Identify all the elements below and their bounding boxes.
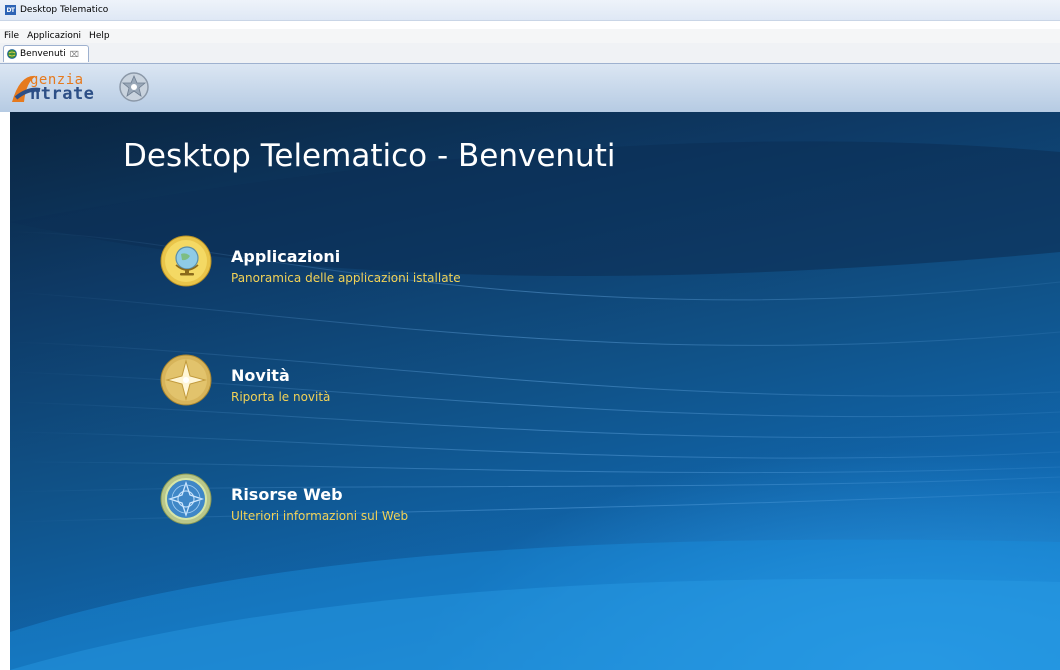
entry-title: Novità xyxy=(231,366,290,385)
entry-risorse-web[interactable]: Risorse Web Ulteriori informazioni sul W… xyxy=(160,473,660,533)
header-band xyxy=(0,64,1060,112)
menu-help[interactable]: Help xyxy=(85,31,114,41)
menu-bar: File Applicazioni Help xyxy=(0,29,1060,43)
window-title-bar: DT Desktop Telematico xyxy=(0,0,1060,21)
entry-description: Riporta le novità xyxy=(231,390,331,404)
window-title: Desktop Telematico xyxy=(20,5,109,15)
entry-title: Risorse Web xyxy=(231,485,343,504)
entry-description: Panoramica delle applicazioni istallate xyxy=(231,271,461,285)
welcome-icon xyxy=(7,49,17,59)
star-icon xyxy=(160,354,212,406)
close-icon[interactable]: ⌧ xyxy=(70,50,79,59)
entry-applicazioni[interactable]: Applicazioni Panoramica delle applicazio… xyxy=(160,235,660,295)
tab-benvenuti[interactable]: Benvenuti ⌧ xyxy=(3,45,89,62)
editor-tab-strip: Benvenuti ⌧ xyxy=(0,43,1060,64)
logo-line2: ntrate xyxy=(30,84,95,104)
app-icon: DT xyxy=(5,5,16,15)
welcome-page: Desktop Telematico - Benvenuti Applicazi… xyxy=(10,112,1060,670)
entry-title: Applicazioni xyxy=(231,247,341,266)
page-title: Desktop Telematico - Benvenuti xyxy=(123,138,616,174)
entry-novita[interactable]: Novità Riporta le novità xyxy=(160,354,660,414)
globe-icon xyxy=(160,235,212,287)
entry-description: Ulteriori informazioni sul Web xyxy=(231,509,409,523)
tab-label: Benvenuti xyxy=(20,49,66,59)
web-icon xyxy=(160,473,212,525)
menu-applicazioni[interactable]: Applicazioni xyxy=(23,31,85,41)
menu-file[interactable]: File xyxy=(0,31,23,41)
